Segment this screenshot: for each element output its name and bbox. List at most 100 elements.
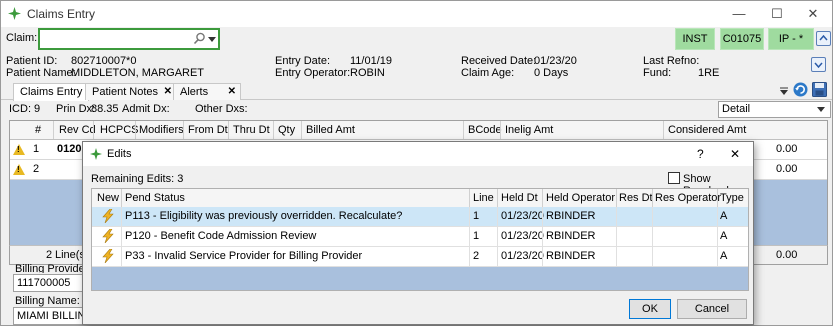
refresh-icon[interactable] — [793, 82, 808, 97]
held-dt: 01/23/20 — [501, 210, 544, 222]
billing-name-label: Billing Name: — [15, 295, 80, 307]
maximize-button[interactable]: ☐ — [763, 5, 791, 23]
row-separator — [469, 207, 470, 226]
patient-id-label: Patient ID: — [6, 55, 58, 67]
header-type[interactable]: Type — [720, 192, 744, 204]
save-icon[interactable] — [812, 82, 827, 97]
grid-header-from-dt[interactable]: From Dt — [188, 124, 228, 136]
grid-header-thru-dt[interactable]: Thru Dt — [233, 124, 270, 136]
grid-header-separator — [228, 121, 229, 139]
dialog-title-bar: Edits ? ✕ — [83, 142, 753, 166]
pend-status: P120 - Benefit Code Admission Review — [125, 230, 317, 242]
line: 2 — [473, 250, 480, 262]
window-title: Claims Entry — [27, 7, 96, 21]
row-separator — [469, 227, 470, 246]
tab-label: Claims Entry — [20, 86, 83, 98]
warning-icon — [13, 144, 25, 155]
grid-header-considered-amt[interactable]: Considered Amt — [668, 124, 746, 136]
prin-dx-value: 88.35 — [91, 103, 119, 115]
chevron-down-icon — [814, 62, 823, 69]
app-logo-icon — [8, 7, 21, 20]
claim-type-badge[interactable]: INST — [675, 28, 715, 50]
claim-input[interactable] — [42, 31, 190, 47]
row-separator — [717, 227, 718, 246]
minimize-button[interactable]: — — [725, 5, 753, 23]
status-badge[interactable]: IP - * — [768, 28, 814, 50]
grid-header-qty[interactable]: Qty — [278, 124, 295, 136]
provider-code-badge[interactable]: C01075 — [720, 28, 764, 50]
collapse-info-button[interactable] — [811, 57, 826, 72]
held-dt: 01/23/20 — [501, 230, 544, 242]
row-separator — [497, 247, 498, 266]
search-icon[interactable] — [193, 32, 206, 45]
icd-label: ICD: 9 — [9, 103, 41, 115]
tab-menu-icon[interactable] — [779, 87, 789, 97]
dialog-title: Edits — [107, 148, 132, 160]
type: A — [720, 210, 728, 222]
edit-row[interactable]: P120 - Benefit Code Admission Review 1 0… — [92, 227, 748, 247]
prin-dx-label: Prin Dx: — [56, 103, 96, 115]
billing-provider-value: 111700005 — [17, 277, 71, 289]
header-separator — [542, 189, 543, 207]
header-held-dt[interactable]: Held Dt — [501, 192, 538, 204]
header-separator — [652, 189, 653, 207]
row-separator — [497, 227, 498, 246]
grid-header-hcpcs[interactable]: HCPCS — [100, 124, 139, 136]
row-separator — [652, 207, 653, 226]
grid-header-rev-cd[interactable]: Rev Cd — [59, 124, 96, 136]
entry-date-label: Entry Date: — [275, 55, 331, 67]
patient-name-label: Patient Name: — [6, 67, 76, 79]
header-held-operator[interactable]: Held Operator — [546, 192, 615, 204]
chevron-down-icon — [817, 107, 825, 112]
pend-status: P33 - Invalid Service Provider for Billi… — [125, 250, 363, 262]
patient-name-value: MIDDLETON, MARGARET — [71, 67, 205, 79]
grid-header-num[interactable]: # — [35, 124, 41, 136]
ok-button[interactable]: OK — [629, 299, 671, 319]
grid-header-billed-amt[interactable]: Billed Amt — [306, 124, 355, 136]
grid-header-separator — [663, 121, 664, 139]
patient-id-value: 802710007*0 — [71, 55, 137, 67]
header-res-operator[interactable]: Res Operator — [655, 192, 721, 204]
edits-dialog: Edits ? ✕ Remaining Edits: 3 Show Resolv… — [82, 141, 754, 325]
held-operator: RBINDER — [546, 230, 596, 242]
row-separator — [121, 207, 122, 226]
header-line[interactable]: Line — [473, 192, 494, 204]
edit-row[interactable]: P33 - Invalid Service Provider for Billi… — [92, 247, 748, 267]
header-pend-status[interactable]: Pend Status — [125, 192, 185, 204]
row-separator — [717, 247, 718, 266]
close-tab-icon[interactable]: ✕ — [228, 84, 236, 100]
row-number: 2 — [33, 163, 40, 175]
row-considered-amt: 0.00 — [776, 143, 798, 155]
view-select[interactable]: Detail — [718, 101, 831, 118]
close-tab-icon[interactable]: ✕ — [164, 84, 172, 100]
grid-header-separator — [500, 121, 501, 139]
chevron-down-icon[interactable] — [208, 35, 216, 43]
cancel-button[interactable]: Cancel — [677, 299, 747, 319]
header-res-dt[interactable]: Res Dt — [619, 192, 653, 204]
grid-header-separator — [273, 121, 274, 139]
show-resolved-checkbox[interactable] — [668, 172, 680, 184]
tab-claims-entry[interactable]: Claims Entry — [13, 83, 89, 101]
close-dialog-button[interactable]: ✕ — [730, 147, 740, 161]
scroll-up-button[interactable] — [816, 31, 831, 46]
header-new[interactable]: New — [97, 192, 119, 204]
grid-header-inelig-amt[interactable]: Inelig Amt — [505, 124, 553, 136]
received-date-value: 01/23/20 — [534, 55, 577, 67]
grid-header-modifiers[interactable]: Modifiers — [139, 124, 184, 136]
row-separator — [121, 247, 122, 266]
edit-row[interactable]: P113 - Eligibility was previously overri… — [92, 207, 748, 227]
row-separator — [616, 227, 617, 246]
fund-value: 1RE — [698, 67, 720, 79]
lightning-icon — [102, 209, 114, 223]
row-separator — [542, 207, 543, 226]
entry-operator-label: Entry Operator: — [275, 67, 351, 79]
grid-header-bcode[interactable]: BCode — [468, 124, 502, 136]
header-separator — [616, 189, 617, 207]
close-window-button[interactable]: ✕ — [799, 5, 827, 23]
help-button[interactable]: ? — [697, 147, 704, 161]
tab-alerts[interactable]: Alerts ✕ — [173, 83, 241, 100]
header-separator — [497, 189, 498, 207]
row-separator — [616, 207, 617, 226]
title-bar: Claims Entry — ☐ ✕ — [1, 1, 832, 27]
tab-patient-notes[interactable]: Patient Notes ✕ — [85, 83, 177, 100]
